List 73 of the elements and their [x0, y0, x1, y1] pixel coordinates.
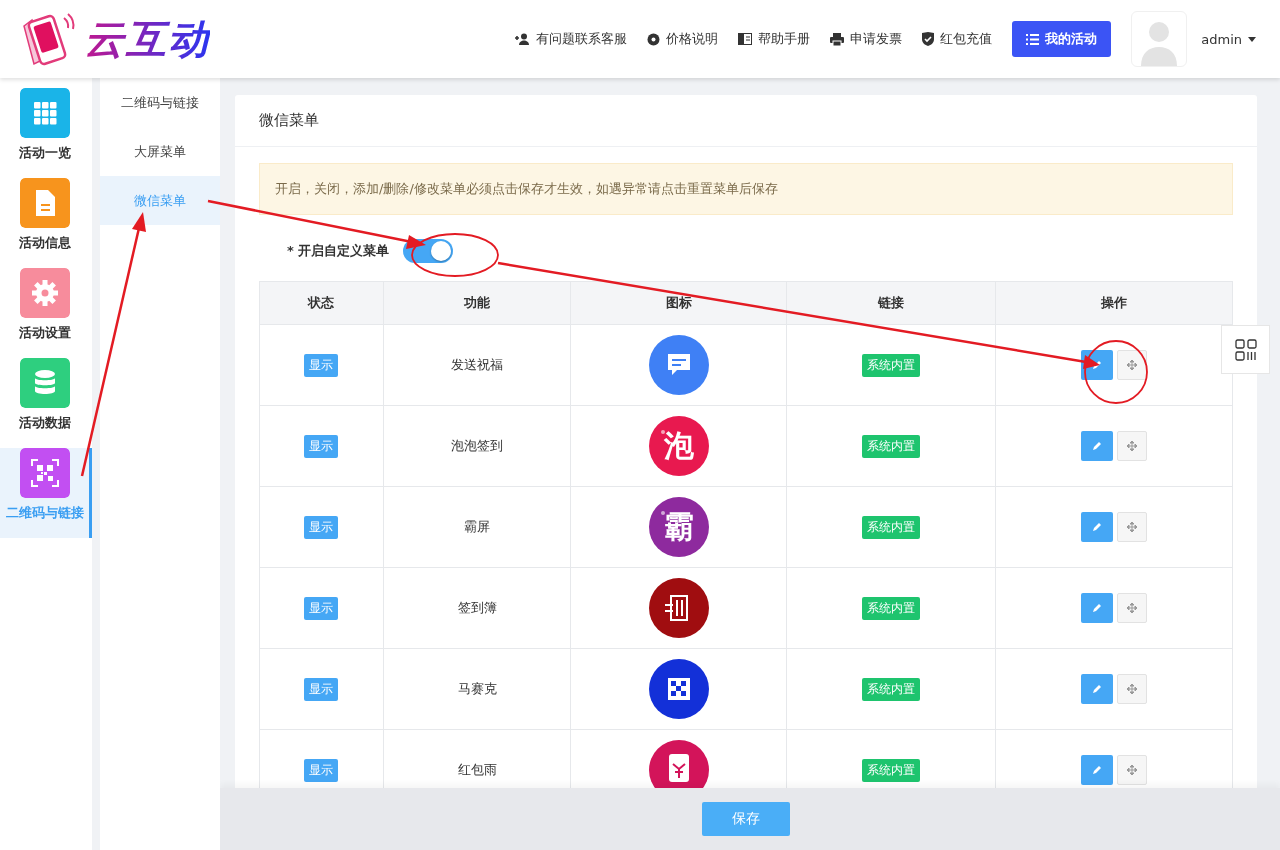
sidebar-item[interactable]: 活动一览	[0, 88, 92, 178]
column-header: 图标	[570, 281, 787, 325]
column-header: 链接	[786, 281, 996, 325]
gear-icon	[647, 32, 661, 46]
status-tag: 显示	[304, 353, 339, 377]
function-name: 泡泡签到	[451, 438, 504, 453]
card-title: 微信菜单	[259, 111, 319, 129]
move-icon	[1126, 360, 1137, 370]
move-icon	[1126, 603, 1137, 613]
header-link[interactable]: 有问题联系客服	[515, 30, 628, 48]
pencil-icon	[1091, 603, 1102, 613]
layout-toggle-button[interactable]	[1221, 325, 1270, 374]
shield-check-icon	[922, 32, 935, 46]
grid-icon	[1234, 338, 1257, 361]
status-tag: 显示	[304, 515, 339, 539]
status-tag: 显示	[304, 677, 339, 701]
drag-button[interactable]	[1116, 350, 1147, 380]
list-icon	[1026, 33, 1040, 45]
function-name: 发送祝福	[451, 357, 504, 372]
column-header: 状态	[259, 281, 384, 325]
menu-icon: 泡	[648, 416, 709, 476]
column-header: 操作	[995, 281, 1233, 325]
caret-icon	[1248, 36, 1256, 42]
toggle-label: * 开启自定义菜单	[287, 242, 390, 260]
link-tag: 系统内置	[862, 677, 921, 701]
submenu-item[interactable]: 二维码与链接	[100, 78, 220, 127]
edit-button[interactable]	[1080, 512, 1113, 542]
submenu-item[interactable]: 大屏菜单	[100, 127, 220, 176]
edit-button[interactable]	[1080, 431, 1113, 461]
status-tag: 显示	[304, 434, 339, 458]
column-header: 功能	[383, 281, 571, 325]
status-tag: 显示	[304, 596, 339, 620]
book-icon	[738, 33, 753, 45]
drag-button[interactable]	[1116, 512, 1147, 542]
sidebar-item[interactable]: 活动数据	[0, 358, 92, 448]
edit-button[interactable]	[1080, 755, 1113, 785]
header-link[interactable]: 红包充值	[922, 30, 993, 48]
link-tag: 系统内置	[862, 758, 921, 782]
printer-icon	[830, 32, 845, 46]
function-name: 签到簿	[457, 600, 497, 615]
drag-button[interactable]	[1116, 593, 1147, 623]
header-link[interactable]: 价格说明	[647, 30, 719, 48]
function-name: 霸屏	[464, 519, 491, 534]
link-tag: 系统内置	[862, 434, 921, 458]
pencil-icon	[1091, 684, 1102, 694]
link-tag: 系统内置	[862, 515, 921, 539]
drag-button[interactable]	[1116, 674, 1147, 704]
link-tag: 系统内置	[862, 353, 921, 377]
pencil-icon	[1091, 522, 1102, 532]
move-icon	[1126, 441, 1137, 451]
edit-button[interactable]	[1080, 593, 1113, 623]
pencil-icon	[1091, 441, 1102, 451]
move-icon	[1126, 684, 1137, 694]
move-icon	[1126, 522, 1137, 532]
my-activities-button[interactable]: 我的活动	[1012, 21, 1112, 57]
header-link[interactable]: 帮助手册	[738, 30, 811, 48]
annotation-circle	[1084, 340, 1148, 404]
edit-button[interactable]	[1080, 674, 1113, 704]
drag-button[interactable]	[1116, 431, 1147, 461]
function-name: 马赛克	[457, 681, 497, 696]
drag-button[interactable]	[1116, 755, 1147, 785]
menu-icon: 霸	[648, 497, 709, 557]
status-tag: 显示	[304, 758, 339, 782]
add-user-icon	[515, 33, 531, 45]
sidebar-item[interactable]: 活动设置	[0, 268, 92, 358]
move-icon	[1126, 765, 1137, 775]
header-link[interactable]: 申请发票	[830, 30, 903, 48]
link-tag: 系统内置	[862, 596, 921, 620]
pencil-icon	[1091, 765, 1102, 775]
sidebar-item[interactable]: 活动信息	[0, 178, 92, 268]
user-menu[interactable]: admin	[1201, 31, 1256, 47]
notice-banner: 开启，关闭，添加/删除/修改菜单必须点击保存才生效，如遇异常请点击重置菜单后保存	[259, 163, 1233, 215]
function-name: 红包雨	[457, 762, 497, 777]
